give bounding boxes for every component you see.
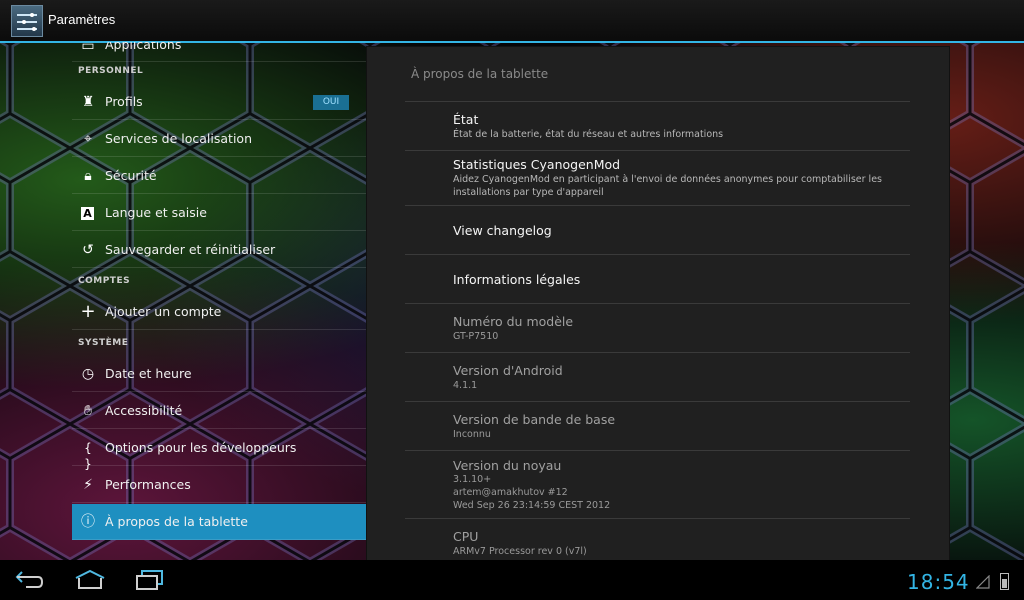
sidebar-item-add-account[interactable]: + Ajouter un compte [72, 294, 366, 330]
pref-title: CPU [453, 529, 479, 544]
back-button[interactable] [14, 568, 46, 592]
settings-app-icon[interactable] [11, 5, 43, 37]
language-icon: A [81, 207, 94, 220]
status-clock[interactable]: 18:54 [907, 570, 970, 594]
sidebar-item-label: Profils [105, 94, 143, 109]
pref-title: Informations légales [453, 272, 581, 287]
sidebar-item-accessibility[interactable]: ✋︎ Accessibilité [72, 393, 366, 429]
pref-summary: ARMv7 Processor rev 0 (v7l) [453, 546, 587, 557]
recent-apps-button[interactable] [134, 568, 166, 592]
pref-summary-line: 3.1.10+ [453, 474, 492, 485]
action-bar-title: Paramètres [48, 12, 116, 27]
performance-icon: ⚡︎ [83, 477, 93, 493]
pref-changelog[interactable]: View changelog [405, 206, 910, 254]
hand-icon: ✋︎ [84, 403, 92, 419]
pref-title: Statistiques CyanogenMod [453, 157, 621, 172]
pref-summary: Aidez CyanogenMod en participant à l'env… [453, 174, 882, 198]
braces-icon: { } [84, 441, 92, 471]
sidebar-item-label: Accessibilité [105, 403, 183, 418]
pref-cpu: CPU ARMv7 Processor rev 0 (v7l) [405, 519, 910, 560]
home-button[interactable] [74, 568, 106, 592]
pref-model-number: Numéro du modèle GT-P7510 [405, 304, 910, 352]
pref-legal[interactable]: Informations légales [405, 255, 910, 303]
clock-icon: ◷ [81, 366, 95, 382]
sidebar-item-performance[interactable]: ⚡︎ Performances [72, 467, 366, 503]
lock-icon: 🔒︎ [84, 168, 92, 184]
pref-title: Version du noyau [453, 458, 562, 473]
pref-summary: État de la batterie, état du réseau et a… [453, 129, 724, 140]
location-icon: ⌖ [84, 131, 92, 147]
pref-cm-stats[interactable]: Statistiques CyanogenMod Aidez CyanogenM… [405, 151, 910, 205]
pref-title: Numéro du modèle [453, 314, 574, 329]
sidebar-item-backup[interactable]: ↺ Sauvegarder et réinitialiser [72, 232, 366, 268]
about-tablet-panel: À propos de la tablette État État de la … [367, 47, 949, 560]
sidebar-item-label: Services de localisation [105, 131, 252, 146]
add-icon: + [80, 301, 96, 322]
signal-icon [976, 575, 990, 589]
section-header-systeme: SYSTÈME [78, 338, 129, 348]
section-header-comptes: COMPTES [78, 276, 131, 286]
sidebar-item-about-tablet[interactable]: ⓘ À propos de la tablette [72, 504, 366, 540]
panel-title: À propos de la tablette [411, 67, 549, 81]
recent-apps-icon [136, 570, 163, 590]
sidebar-item-label: Performances [105, 477, 191, 492]
profiles-icon: ♜ [81, 94, 95, 110]
sidebar-item-language[interactable]: A Langue et saisie [72, 195, 366, 231]
sidebar-item-label: Options pour les développeurs [105, 440, 297, 455]
settings-headers-list: ▭ Applications PERSONNEL ♜ Profils OUI ⌖… [72, 42, 366, 542]
sidebar-item-security[interactable]: 🔒︎ Sécurité [72, 158, 366, 194]
sidebar-item-location[interactable]: ⌖ Services de localisation [72, 121, 366, 157]
home-icon [75, 569, 105, 589]
action-bar: Paramètres [0, 0, 1024, 43]
pref-title: État [453, 112, 479, 127]
backup-icon: ↺ [82, 242, 94, 258]
sidebar-item-developer-options[interactable]: { } Options pour les développeurs [72, 430, 366, 471]
pref-baseband-version: Version de bande de base Inconnu [405, 402, 910, 450]
sidebar-item-label: À propos de la tablette [105, 514, 248, 529]
pref-android-version[interactable]: Version d'Android 4.1.1 [405, 353, 910, 401]
sidebar-item-date-time[interactable]: ◷ Date et heure [72, 356, 366, 392]
pref-status[interactable]: État État de la batterie, état du réseau… [405, 102, 910, 150]
pref-kernel-version: Version du noyau 3.1.10+ artem@amakhutov… [405, 451, 910, 517]
back-icon [15, 571, 44, 588]
pref-summary-line: artem@amakhutov #12 [453, 487, 568, 498]
pref-title: Version de bande de base [453, 412, 616, 427]
pref-summary-line: Wed Sep 26 23:14:59 CEST 2012 [453, 500, 611, 511]
sidebar-item-applications[interactable]: ▭ Applications [72, 42, 366, 62]
apps-icon: ▭ [81, 42, 95, 54]
sidebar-item-label: Sauvegarder et réinitialiser [105, 242, 276, 257]
pref-summary: GT-P7510 [453, 331, 499, 342]
pref-title: View changelog [453, 223, 552, 238]
sidebar-item-label: Langue et saisie [105, 205, 207, 220]
system-navigation-bar [0, 560, 1024, 600]
pref-summary: 4.1.1 [453, 380, 478, 391]
pref-summary: Inconnu [453, 429, 491, 440]
sidebar-item-label: Sécurité [105, 168, 157, 183]
sidebar-item-label: Date et heure [105, 366, 192, 381]
battery-icon [1000, 573, 1009, 590]
info-icon: ⓘ [81, 514, 95, 530]
section-header-personnel: PERSONNEL [78, 66, 144, 76]
sidebar-item-profiles[interactable]: ♜ Profils OUI [72, 84, 366, 120]
profiles-toggle[interactable]: OUI [313, 95, 349, 110]
sidebar-item-label: Applications [105, 42, 182, 52]
pref-title: Version d'Android [453, 363, 563, 378]
sidebar-item-label: Ajouter un compte [105, 304, 222, 319]
